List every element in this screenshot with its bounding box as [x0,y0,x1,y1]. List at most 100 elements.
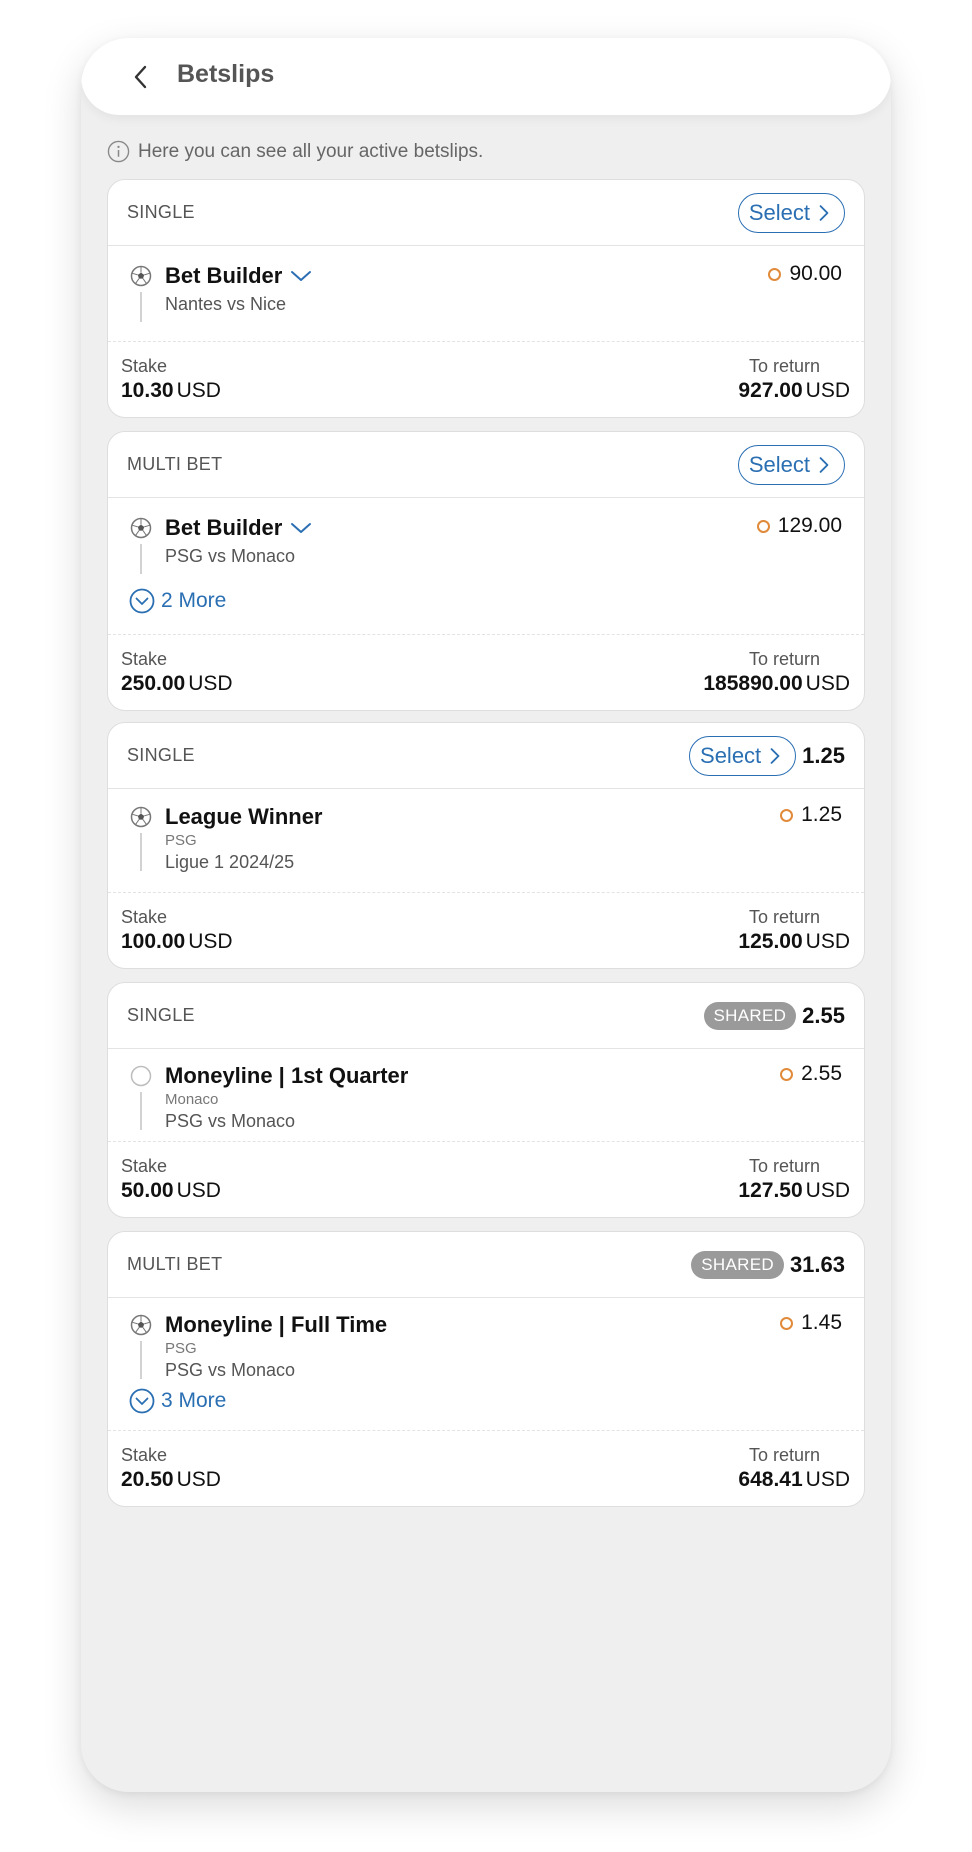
soccer-ball-icon [130,806,152,828]
stake-amount: 250.00 [121,672,186,695]
back-button[interactable] [126,62,156,92]
to-return-value: 125.00 USD [738,930,850,954]
selection-odds: 2.55 [780,1062,842,1086]
betslip-header: SINGLE Select [108,180,864,246]
betslip-footer: Stake 20.50 USD To return 648.41 USD [108,1430,864,1506]
selection-odds-value: 1.45 [801,1311,842,1334]
selection-connector [140,544,142,574]
total-odds: 1.25 [802,743,845,768]
betslip-footer: Stake 100.00 USD To return 125.00 USD [108,892,864,968]
stake-currency: USD [188,930,233,953]
show-more-label: 3 More [161,1389,227,1412]
to-return-value: 648.41 USD [738,1468,850,1492]
selection-title: Bet Builder [165,515,283,540]
info-text: Here you can see all your active betslip… [138,140,484,162]
betslips-screen: Betslips Here you can see all your activ… [81,38,891,1792]
soccer-ball-icon [130,265,152,287]
stake-amount: 50.00 [121,1179,174,1202]
select-label: Select [748,200,810,225]
betslip-header: SINGLE SHARED 2.55 [108,983,864,1049]
selection-connector [140,292,142,322]
bet-type-label: MULTI BET [127,454,223,474]
stake-currency: USD [176,1179,221,1202]
bet-type-label: MULTI BET [127,1254,223,1274]
chevron-left-icon [134,65,147,89]
to-return-label: To return [748,356,820,376]
to-return-value: 185890.00 USD [703,672,850,696]
selection-outcome: PSG [165,1340,197,1357]
to-return-label: To return [748,649,820,669]
to-return-currency: USD [805,672,850,695]
empty-circle-icon [130,1065,152,1087]
to-return-currency: USD [805,1468,850,1491]
to-return-label: To return [748,907,820,927]
selection-title-row: Moneyline | Full Time [165,1312,387,1338]
to-return-amount: 125.00 [738,930,803,953]
chevron-right-icon [818,203,830,223]
selection-title-row: Moneyline | 1st Quarter [165,1063,408,1089]
stake-label: Stake [121,907,168,927]
event-name: PSG vs Monaco [165,1360,296,1380]
selection-odds: 1.25 [780,803,842,827]
selection-outcome: PSG [165,832,197,849]
stake-currency: USD [188,672,233,695]
header-bar: Betslips [81,38,891,115]
stake-value: 20.50 USD [121,1468,221,1492]
select-button[interactable]: Select [737,445,845,485]
stake-value: 50.00 USD [121,1179,221,1203]
betslip-card: MULTI BET SHARED 31.63 Moneyline | Full … [107,1231,865,1507]
selection-odds: 1.45 [780,1311,842,1335]
chevron-down-icon [290,269,312,283]
chevron-right-icon [818,455,830,475]
show-more-button[interactable]: 2 More [129,588,226,614]
selection-title: Moneyline | Full Time [165,1312,388,1337]
to-return-currency: USD [805,379,850,402]
stake-value: 250.00 USD [121,672,233,696]
to-return-label: To return [748,1445,820,1465]
betslip-card: SINGLE Select 1.25 League Winner PSG Lig… [107,722,865,969]
event-name: PSG vs Monaco [165,546,296,566]
selection-connector [140,1092,142,1130]
show-more-button[interactable]: 3 More [129,1388,226,1414]
stake-amount: 20.50 [121,1468,174,1491]
odds-marker-icon [780,808,794,822]
selection-title-row: League Winner [165,804,323,830]
select-button[interactable]: Select [689,736,797,776]
selection-connector [140,833,142,871]
selection-outcome: Monaco [165,1091,219,1108]
bet-type-label: SINGLE [127,1005,195,1025]
betslip-footer: Stake 50.00 USD To return 127.50 USD [108,1141,864,1217]
soccer-ball-icon [130,517,152,539]
to-return-currency: USD [805,1179,850,1202]
soccer-ball-icon [130,1314,152,1336]
selection-title: Bet Builder [165,263,283,288]
betslip-footer: Stake 250.00 USD To return 185890.00 USD [108,634,864,710]
stake-currency: USD [176,379,221,402]
to-return-value: 927.00 USD [738,379,850,403]
shared-badge: SHARED [691,1251,784,1279]
chevron-down-icon [290,521,312,535]
betslip-card: SINGLE SHARED 2.55 Moneyline | 1st Quart… [107,982,865,1218]
betslip-header: MULTI BET Select [108,432,864,498]
total-odds: 31.63 [789,1252,845,1277]
selection-title-row[interactable]: Bet Builder [165,515,312,541]
select-button[interactable]: Select [737,193,845,233]
shared-badge: SHARED [703,1002,797,1030]
to-return-label: To return [748,1156,820,1176]
betslip-card: MULTI BET Select Bet Builder PSG vs Mona… [107,431,865,711]
event-name: Nantes vs Nice [165,294,287,314]
selection-odds-value: 2.55 [801,1062,842,1085]
to-return-amount: 185890.00 [703,672,803,695]
stake-currency: USD [176,1468,221,1491]
stake-label: Stake [121,1156,168,1176]
selection-odds: 90.00 [768,262,842,286]
stake-value: 100.00 USD [121,930,233,954]
total-odds: 2.55 [802,1003,845,1028]
chevron-right-icon [769,746,781,766]
selection-title-row[interactable]: Bet Builder [165,263,312,289]
to-return-currency: USD [805,930,850,953]
selection-odds-value: 1.25 [801,803,842,826]
to-return-amount: 127.50 [738,1179,803,1202]
selection-odds-value: 90.00 [789,262,842,285]
circle-chevron-down-icon [129,588,155,614]
